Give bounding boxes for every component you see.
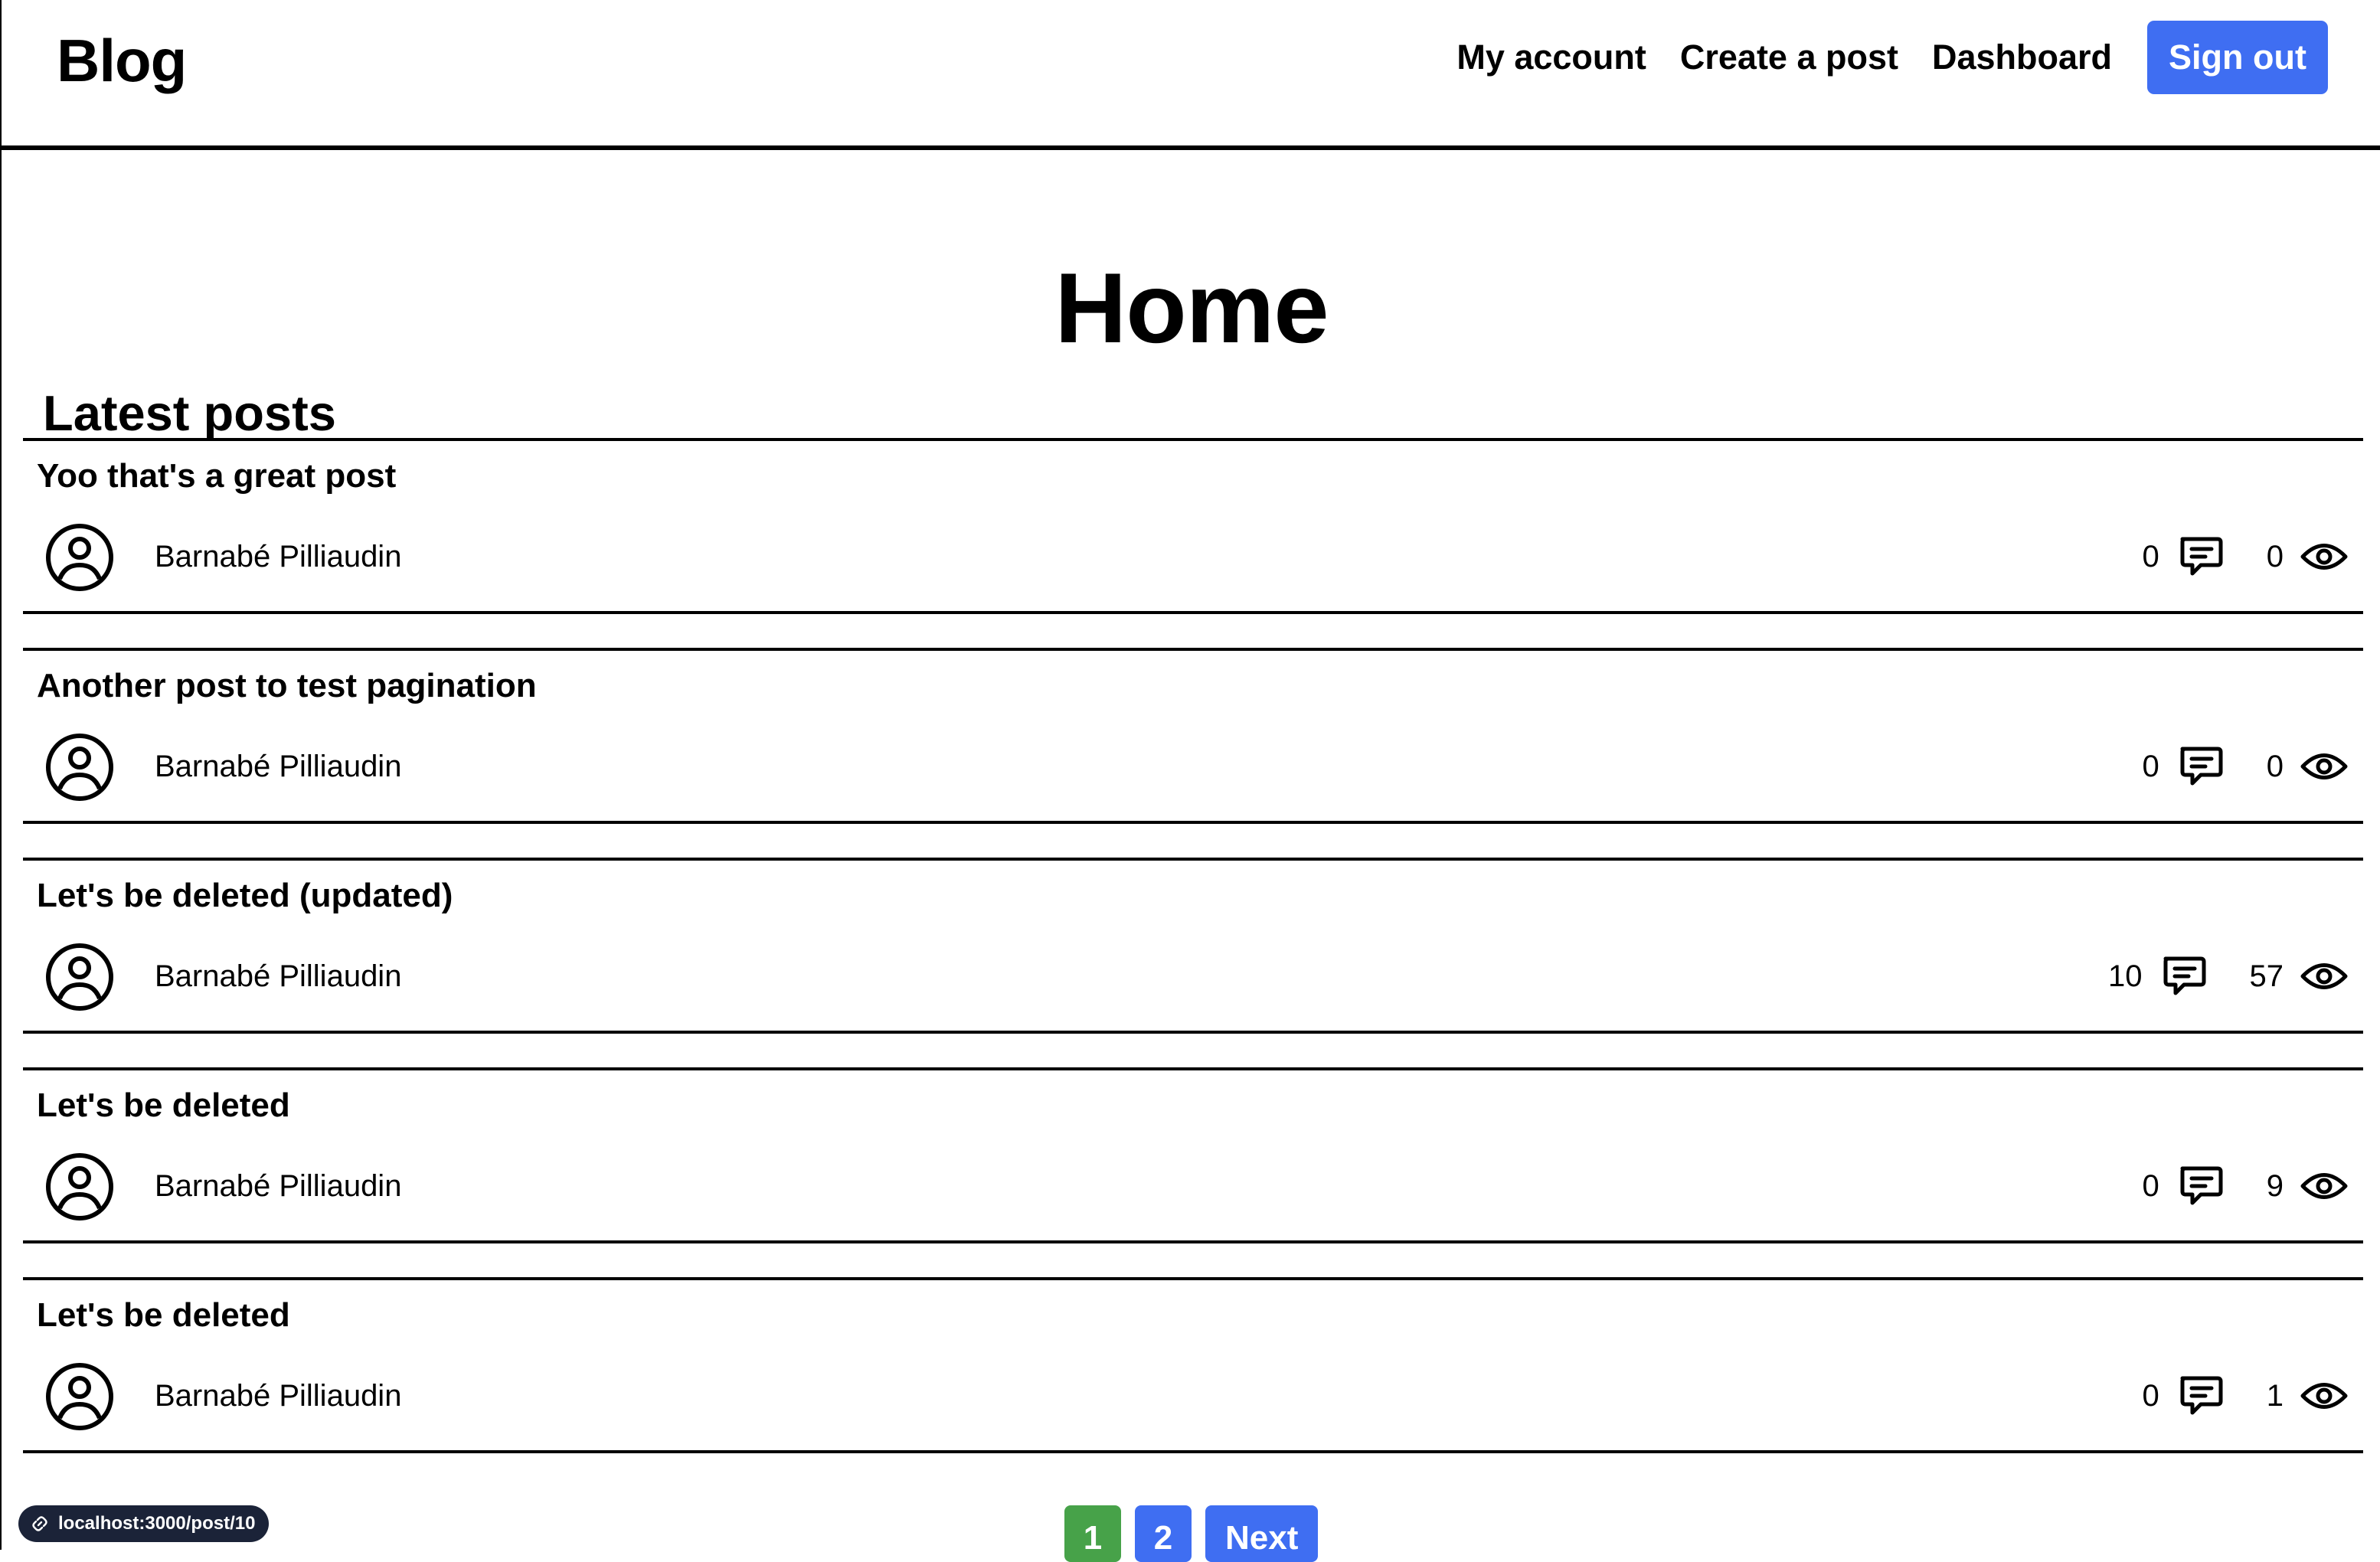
view-count-group: 0: [2267, 533, 2348, 580]
post-author: Barnabé Pilliaudin: [155, 1169, 402, 1203]
post-card: Another post to test pagination Barnabé …: [23, 648, 2363, 824]
post-card: Yoo that's a great post Barnabé Pilliaud…: [23, 438, 2363, 614]
view-count-group: 0: [2267, 743, 2348, 790]
post-stats: 0 0: [2143, 530, 2349, 583]
view-count-group: 9: [2267, 1162, 2348, 1210]
post-title[interactable]: Let's be deleted: [37, 1294, 290, 1337]
post-author: Barnabé Pilliaudin: [155, 959, 402, 993]
view-count-group: 57: [2250, 953, 2349, 1000]
chat-bubble-icon: [2180, 537, 2223, 576]
chat-bubble-icon: [2180, 1376, 2223, 1415]
post-author: Barnabé Pilliaudin: [155, 540, 402, 573]
user-circle-icon: [46, 1363, 113, 1430]
page-title: Home: [1054, 252, 1329, 364]
comment-count-group: 10: [2108, 953, 2207, 1000]
post-list: Yoo that's a great post Barnabé Pilliaud…: [23, 438, 2363, 1487]
page-2-button[interactable]: 2: [1135, 1505, 1192, 1562]
eye-icon: [2300, 1173, 2348, 1199]
sign-out-button[interactable]: Sign out: [2147, 21, 2328, 94]
nav-dashboard[interactable]: Dashboard: [1932, 38, 2112, 77]
post-card: Let's be deleted (updated) Barnabé Pilli…: [23, 858, 2363, 1034]
comment-count: 0: [2142, 1379, 2159, 1413]
status-url-text: localhost:3000/post/10: [58, 1513, 256, 1534]
eye-icon: [2300, 544, 2348, 570]
post-title[interactable]: Yoo that's a great post: [37, 455, 396, 498]
status-url-chip: localhost:3000/post/10: [18, 1505, 270, 1542]
user-circle-icon: [46, 1153, 113, 1221]
view-count: 0: [2266, 750, 2284, 783]
link-icon: [32, 1516, 47, 1531]
chat-bubble-icon: [2163, 956, 2205, 995]
comment-count-group: 0: [2143, 533, 2224, 580]
post-author: Barnabé Pilliaudin: [155, 1379, 402, 1413]
page-1-button[interactable]: 1: [1064, 1505, 1121, 1562]
post-card: Let's be deleted Barnabé Pilliaudin 0 9: [23, 1067, 2363, 1243]
chat-bubble-icon: [2180, 747, 2223, 786]
post-title[interactable]: Another post to test pagination: [37, 665, 537, 707]
post-stats: 0 1: [2143, 1369, 2349, 1423]
view-count-group: 1: [2267, 1372, 2348, 1420]
view-count: 9: [2266, 1169, 2284, 1203]
user-circle-icon: [46, 524, 113, 591]
post-stats: 0 0: [2143, 740, 2349, 793]
eye-icon: [2300, 753, 2348, 779]
nav-create-post[interactable]: Create a post: [1680, 38, 1898, 77]
next-page-button[interactable]: Next: [1205, 1505, 1319, 1562]
section-title: Latest posts: [43, 384, 336, 441]
comment-count: 0: [2142, 1169, 2159, 1203]
eye-icon: [2300, 963, 2348, 989]
comment-count-group: 0: [2143, 1162, 2224, 1210]
main-nav: My account Create a post Dashboard Sign …: [1456, 20, 2328, 95]
view-count: 0: [2266, 540, 2284, 573]
view-count: 57: [2249, 959, 2284, 993]
brand-logo[interactable]: Blog: [57, 26, 187, 95]
post-title[interactable]: Let's be deleted: [37, 1084, 290, 1127]
view-count: 1: [2266, 1379, 2284, 1413]
comment-count: 10: [2108, 959, 2143, 993]
user-circle-icon: [46, 734, 113, 801]
comment-count-group: 0: [2143, 743, 2224, 790]
user-circle-icon: [46, 943, 113, 1011]
eye-icon: [2300, 1383, 2348, 1409]
comment-count: 0: [2142, 540, 2159, 573]
comment-count: 0: [2142, 750, 2159, 783]
post-author: Barnabé Pilliaudin: [155, 750, 402, 783]
pagination: 1 2 Next: [1064, 1505, 1319, 1562]
nav-my-account[interactable]: My account: [1456, 38, 1646, 77]
post-card: Let's be deleted Barnabé Pilliaudin 0 1: [23, 1277, 2363, 1453]
chat-bubble-icon: [2180, 1166, 2223, 1205]
comment-count-group: 0: [2143, 1372, 2224, 1420]
post-stats: 0 9: [2143, 1159, 2349, 1213]
top-navbar: Blog My account Create a post Dashboard …: [2, 0, 2380, 150]
post-stats: 10 57: [2108, 949, 2348, 1003]
post-title[interactable]: Let's be deleted (updated): [37, 874, 453, 917]
